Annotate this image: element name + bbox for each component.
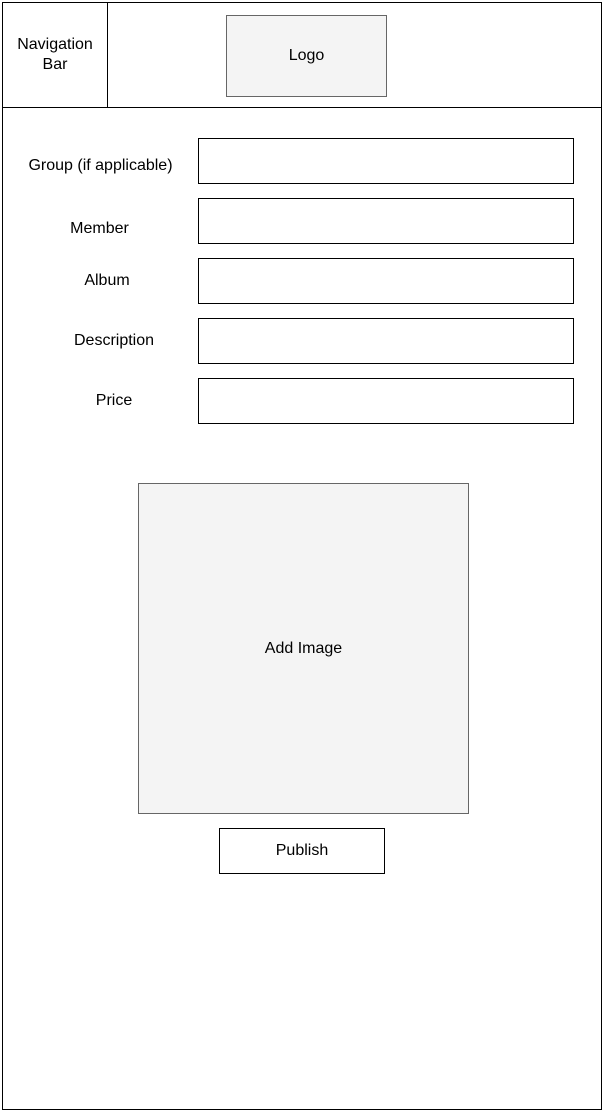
album-input[interactable] [198,258,574,304]
description-input[interactable] [198,318,574,364]
price-label: Price [95,392,133,409]
add-image-label: Add Image [264,639,343,657]
add-image-dropzone[interactable]: Add Image [138,483,469,814]
member-input[interactable] [198,198,574,244]
page-frame: Navigation Bar Logo Group (if applicable… [2,2,602,1110]
price-input[interactable] [198,378,574,424]
group-label: Group (if applicable) [28,157,173,174]
description-label: Description [73,332,155,349]
navigation-bar[interactable]: Navigation Bar [3,3,108,107]
header: Navigation Bar Logo [3,3,601,108]
album-label: Album [84,272,130,289]
publish-button[interactable]: Publish [219,828,385,874]
member-label: Member [70,220,129,237]
publish-button-label: Publish [275,842,329,859]
logo[interactable]: Logo [226,15,387,97]
group-input[interactable] [198,138,574,184]
